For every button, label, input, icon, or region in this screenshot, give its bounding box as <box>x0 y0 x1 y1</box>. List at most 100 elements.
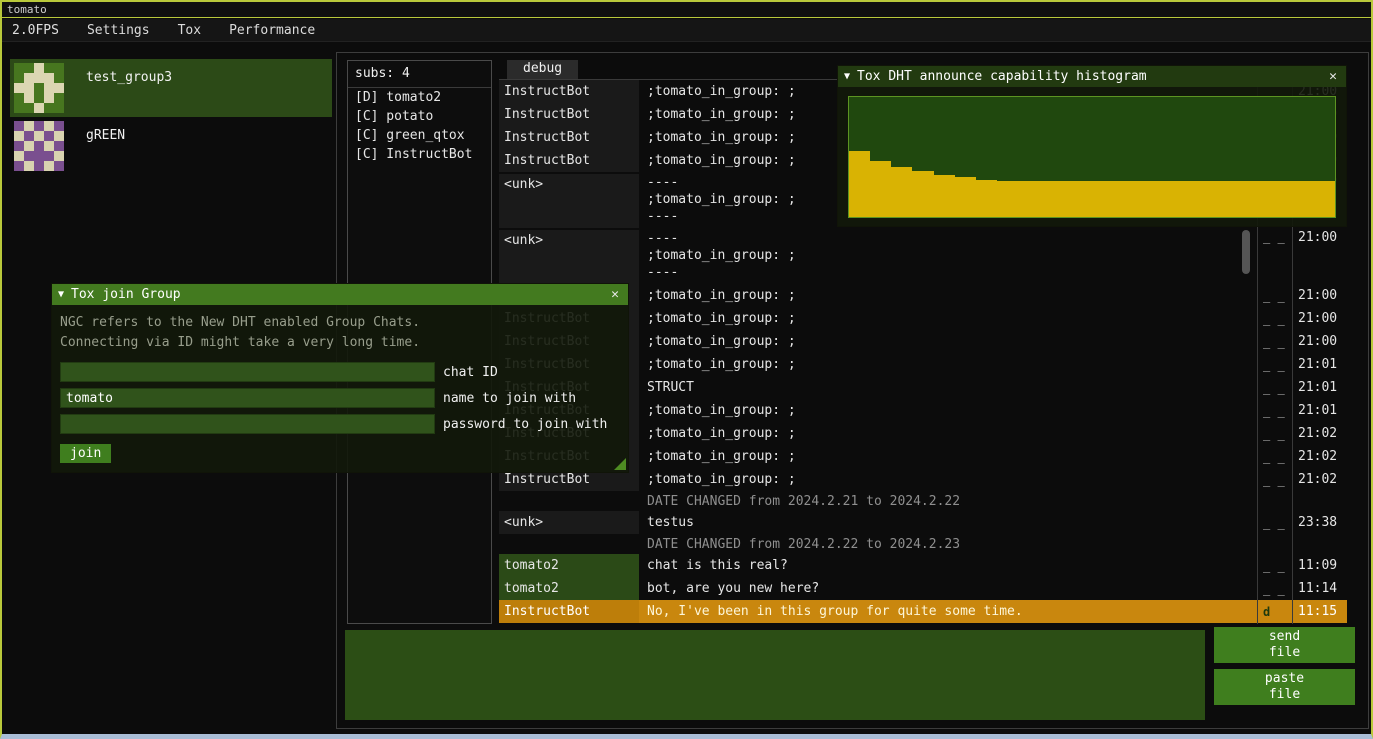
sub-item[interactable]: [C] InstructBot <box>348 145 491 164</box>
join-field-input-1[interactable] <box>60 388 435 408</box>
chat-author: InstructBot <box>499 126 639 149</box>
chat-message: STRUCT <box>639 379 1257 396</box>
histogram-bar <box>870 161 891 217</box>
histogram-bar <box>997 181 1018 217</box>
histogram-bar <box>1187 181 1208 217</box>
histogram-bar <box>976 180 997 217</box>
chat-time: 21:00 <box>1292 311 1347 326</box>
menu-tox[interactable]: Tox <box>164 21 215 40</box>
paste-file-button[interactable]: paste file <box>1214 669 1355 705</box>
chat-marks: _ _ <box>1257 335 1292 349</box>
chat-message: ;tomato_in_group: ; <box>639 333 1257 350</box>
chat-scrollbar-thumb[interactable] <box>1242 230 1250 274</box>
chat-message: ---- ;tomato_in_group: ; ---- <box>639 230 1257 281</box>
join-field-row: password to join with <box>60 414 620 434</box>
menu-settings[interactable]: Settings <box>73 21 164 40</box>
fps-counter: 2.0FPS <box>2 23 73 38</box>
join-window-title: Tox join Group <box>71 287 181 302</box>
histogram-bar <box>891 167 912 217</box>
histogram-window-titlebar[interactable]: ▼ Tox DHT announce capability histogram … <box>838 66 1346 87</box>
sub-item[interactable]: [D] tomato2 <box>348 88 491 107</box>
chat-system-row: DATE CHANGED from 2024.2.22 to 2024.2.23 <box>499 534 1347 554</box>
app-window: tomato 2.0FPS Settings Tox Performance t… <box>0 0 1373 739</box>
join-field-label: name to join with <box>443 391 576 406</box>
join-button[interactable]: join <box>60 444 111 463</box>
histogram-bar <box>1124 181 1145 217</box>
chat-marks: _ _ <box>1257 230 1292 244</box>
group-name: gREEN <box>86 117 125 143</box>
close-icon[interactable]: ✕ <box>1326 69 1340 84</box>
chat-time: 21:01 <box>1292 357 1347 372</box>
chat-row: <unk>testus_ _23:38 <box>499 511 1347 534</box>
chat-message: bot, are you new here? <box>639 580 1257 597</box>
chat-marks: _ _ <box>1257 358 1292 372</box>
chat-row: tomato2chat is this real?_ _11:09 <box>499 554 1347 577</box>
compose-input[interactable] <box>345 630 1205 720</box>
dht-histogram-window: ▼ Tox DHT announce capability histogram … <box>837 65 1347 227</box>
chat-marks: _ _ <box>1257 427 1292 441</box>
chat-time: 21:00 <box>1292 230 1347 245</box>
group-item-test_group3[interactable]: test_group3 <box>10 59 332 117</box>
chat-marks: _ _ <box>1257 312 1292 326</box>
chat-marks: _ _ <box>1257 450 1292 464</box>
histogram-window-title: Tox DHT announce capability histogram <box>857 69 1147 84</box>
join-description: NGC refers to the New DHT enabled Group … <box>60 313 620 353</box>
histogram-bar <box>1293 181 1314 217</box>
join-field-label: password to join with <box>443 417 607 432</box>
send-file-button[interactable]: send file <box>1214 627 1355 663</box>
chat-row: <unk>---- ;tomato_in_group: ; ----_ _21:… <box>499 228 1347 284</box>
chat-time: 21:02 <box>1292 449 1347 464</box>
collapse-arrow-icon[interactable]: ▼ <box>844 71 850 82</box>
chat-time: 21:02 <box>1292 472 1347 487</box>
chat-time: 21:01 <box>1292 403 1347 418</box>
resize-grip[interactable] <box>614 458 626 470</box>
sub-item[interactable]: [C] green_qtox <box>348 126 491 145</box>
chat-marks: _ _ <box>1257 559 1292 573</box>
histogram-bar <box>955 177 976 217</box>
window-title: tomato <box>7 3 47 16</box>
chat-row: tomato2bot, are you new here?_ _11:14 <box>499 577 1347 600</box>
menu-performance[interactable]: Performance <box>215 21 329 40</box>
tab-debug[interactable]: debug <box>507 60 578 79</box>
chat-author: <unk> <box>499 511 639 534</box>
histogram-bar <box>1103 181 1124 217</box>
histogram-bar <box>1229 181 1250 217</box>
chat-message: testus <box>639 514 1257 531</box>
histogram-bar <box>849 151 870 217</box>
histogram-bar <box>912 171 933 217</box>
chat-author: <unk> <box>499 230 639 284</box>
join-window-titlebar[interactable]: ▼ Tox join Group ✕ <box>52 284 628 305</box>
group-avatar <box>14 63 64 113</box>
sub-item[interactable]: [C] potato <box>348 107 491 126</box>
close-icon[interactable]: ✕ <box>608 287 622 302</box>
chat-marks: _ _ <box>1257 582 1292 596</box>
chat-author: tomato2 <box>499 577 639 600</box>
chat-message: ;tomato_in_group: ; <box>639 402 1257 419</box>
chat-marks: d <box>1257 605 1292 619</box>
join-field-input-2[interactable] <box>60 414 435 434</box>
menu-bar: 2.0FPS Settings Tox Performance <box>2 19 1371 42</box>
join-field-input-0[interactable] <box>60 362 435 382</box>
group-name: test_group3 <box>86 59 172 85</box>
chat-message: ;tomato_in_group: ; <box>639 287 1257 304</box>
chat-author <box>499 491 639 511</box>
chat-marks: _ _ <box>1257 289 1292 303</box>
chat-message: ;tomato_in_group: ; <box>639 425 1257 442</box>
group-item-gREEN[interactable]: gREEN <box>10 117 332 175</box>
join-field-label: chat ID <box>443 365 498 380</box>
chat-author: InstructBot <box>499 80 639 103</box>
chat-author: <unk> <box>499 174 639 228</box>
histogram-plot <box>848 96 1336 218</box>
histogram-bar <box>1145 181 1166 217</box>
chat-message: DATE CHANGED from 2024.2.21 to 2024.2.22 <box>639 493 1257 510</box>
window-titlebar: tomato <box>2 2 1371 18</box>
chat-marks: _ _ <box>1257 516 1292 530</box>
histogram-bar <box>1208 181 1229 217</box>
histogram-bar <box>1250 181 1271 217</box>
chat-message: No, I've been in this group for quite so… <box>639 603 1257 620</box>
collapse-arrow-icon[interactable]: ▼ <box>58 289 64 300</box>
chat-time: 21:00 <box>1292 288 1347 303</box>
chat-time: 11:14 <box>1292 581 1347 596</box>
chat-time: 23:38 <box>1292 515 1347 530</box>
histogram-bar <box>934 175 955 217</box>
